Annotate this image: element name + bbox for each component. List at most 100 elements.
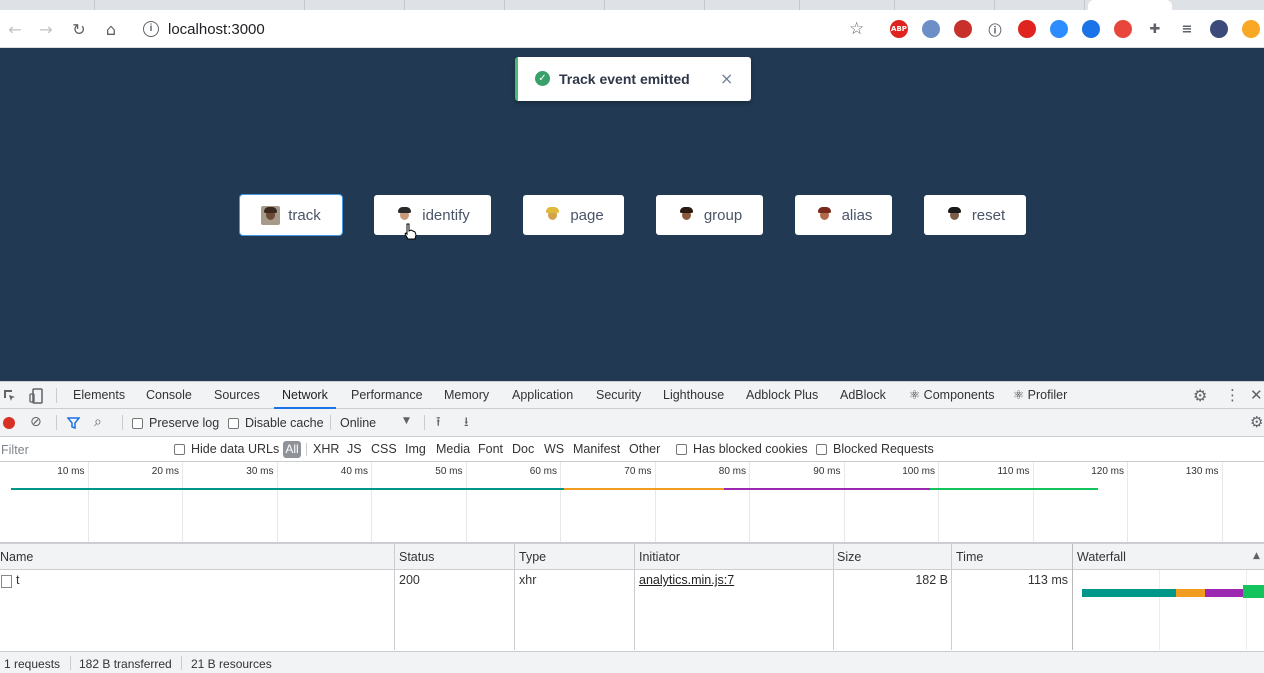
zoom-icon[interactable] bbox=[1050, 20, 1068, 38]
timeline-gridline bbox=[276, 462, 278, 542]
device-toolbar-icon[interactable] bbox=[29, 388, 43, 404]
column-type[interactable]: Type bbox=[515, 544, 635, 570]
timeline-tick-label: 50 ms bbox=[435, 466, 463, 477]
site-info-icon[interactable]: i bbox=[143, 21, 159, 37]
adblock-plus-icon[interactable]: ABP bbox=[890, 20, 908, 38]
bookmark-star-icon[interactable]: ☆ bbox=[849, 19, 864, 39]
track-button[interactable]: track bbox=[240, 195, 342, 235]
tab-lighthouse[interactable]: Lighthouse bbox=[663, 382, 724, 409]
import-har-icon[interactable]: ⭱ bbox=[436, 413, 441, 435]
preserve-log-checkbox[interactable] bbox=[132, 418, 143, 429]
export-har-icon[interactable]: ⭳ bbox=[464, 413, 469, 435]
tab-application[interactable]: Application bbox=[512, 382, 573, 409]
record-icon[interactable] bbox=[3, 417, 15, 429]
request-name[interactable]: t bbox=[16, 573, 19, 587]
hide-data-urls-checkbox[interactable] bbox=[174, 444, 185, 455]
filter-type-ws[interactable]: WS bbox=[544, 442, 564, 456]
group-button[interactable]: group bbox=[656, 195, 763, 235]
tab-adblock-plus[interactable]: Adblock Plus bbox=[746, 382, 818, 409]
browser-tab[interactable] bbox=[705, 0, 800, 10]
reload-icon[interactable]: ↻ bbox=[67, 17, 91, 41]
spiral-ext-icon[interactable] bbox=[1114, 20, 1132, 38]
browser-tab[interactable] bbox=[995, 0, 1085, 10]
column-status[interactable]: Status bbox=[395, 544, 515, 570]
more-vertical-icon[interactable]: ⋮ bbox=[1225, 386, 1240, 404]
browser-tab[interactable] bbox=[0, 0, 95, 10]
column-name[interactable]: Name bbox=[0, 544, 391, 570]
app-viewport: ✓ Track event emitted × track identify p… bbox=[0, 48, 1264, 381]
disable-cache-checkbox[interactable] bbox=[228, 418, 239, 429]
sort-ascending-icon[interactable]: ▲ bbox=[1253, 551, 1260, 561]
column-waterfall[interactable]: Waterfall bbox=[1073, 544, 1253, 570]
column-time[interactable]: Time bbox=[952, 544, 1072, 570]
identify-button-label: identify bbox=[422, 206, 470, 224]
browser-tab[interactable] bbox=[895, 0, 995, 10]
browser-tab[interactable] bbox=[95, 0, 305, 10]
dropdown-arrow-icon[interactable]: ▼ bbox=[403, 416, 410, 426]
tab-console[interactable]: Console bbox=[146, 382, 192, 409]
back-icon[interactable]: ← bbox=[3, 17, 27, 41]
tab-components[interactable]: ⚛ Components bbox=[909, 382, 995, 409]
tab-sources[interactable]: Sources bbox=[214, 382, 260, 409]
media-playlist-icon[interactable]: ≡ bbox=[1178, 20, 1196, 38]
tab-elements[interactable]: Elements bbox=[73, 382, 125, 409]
filter-type-doc[interactable]: Doc bbox=[512, 442, 534, 456]
tab-memory[interactable]: Memory bbox=[444, 382, 489, 409]
filter-type-font[interactable]: Font bbox=[478, 442, 503, 456]
filter-type-all[interactable]: All bbox=[283, 441, 301, 458]
browser-tab-active[interactable] bbox=[1088, 0, 1172, 10]
toast-close-button[interactable]: × bbox=[720, 69, 733, 88]
filter-funnel-icon[interactable] bbox=[67, 417, 80, 429]
filter-type-media[interactable]: Media bbox=[436, 442, 470, 456]
address-bar[interactable]: localhost:3000 bbox=[168, 21, 265, 38]
adblock-icon[interactable] bbox=[1018, 20, 1036, 38]
filter-input[interactable]: Filter bbox=[1, 443, 29, 457]
identify-button[interactable]: identify bbox=[374, 195, 491, 235]
filter-type-other[interactable]: Other bbox=[629, 442, 660, 456]
settings-gear-icon[interactable]: ⚙ bbox=[1193, 386, 1207, 405]
column-size[interactable]: Size bbox=[833, 544, 951, 570]
tab-performance[interactable]: Performance bbox=[351, 382, 423, 409]
browser-tab[interactable] bbox=[605, 0, 705, 10]
forward-icon[interactable]: → bbox=[34, 17, 58, 41]
filter-type-manifest[interactable]: Manifest bbox=[573, 442, 620, 456]
close-devtools-icon[interactable]: ✕ bbox=[1250, 386, 1263, 404]
inspect-element-icon[interactable] bbox=[3, 389, 17, 403]
throttling-select[interactable]: Online bbox=[340, 416, 376, 430]
puzzle-icon[interactable]: ✚ bbox=[1146, 20, 1164, 38]
tab-adblock[interactable]: AdBlock bbox=[840, 382, 886, 409]
extension-blue-icon[interactable] bbox=[922, 20, 940, 38]
table-row[interactable]: t 200 xhr analytics.min.js:7 182 B 113 m… bbox=[0, 570, 1264, 590]
tab-security[interactable]: Security bbox=[596, 382, 641, 409]
page-button[interactable]: page bbox=[523, 195, 624, 235]
reset-button[interactable]: reset bbox=[924, 195, 1026, 235]
blocked-requests-checkbox[interactable] bbox=[816, 444, 827, 455]
avatar bbox=[677, 206, 696, 225]
filter-type-css[interactable]: CSS bbox=[371, 442, 397, 456]
browser-tab[interactable] bbox=[405, 0, 505, 10]
has-blocked-cookies-checkbox[interactable] bbox=[676, 444, 687, 455]
browser-tab[interactable] bbox=[505, 0, 605, 10]
filter-type-img[interactable]: Img bbox=[405, 442, 426, 456]
request-initiator-link[interactable]: analytics.min.js:7 bbox=[639, 573, 734, 587]
browser-tab[interactable] bbox=[305, 0, 405, 10]
filter-type-xhr[interactable]: XHR bbox=[313, 442, 339, 456]
home-icon[interactable]: ⌂ bbox=[99, 17, 123, 41]
browser-tab[interactable] bbox=[800, 0, 895, 10]
alias-button[interactable]: alias bbox=[795, 195, 892, 235]
circle-ext-icon[interactable] bbox=[1082, 20, 1100, 38]
requests-count: 1 requests bbox=[4, 657, 61, 671]
filter-type-js[interactable]: JS bbox=[347, 442, 362, 456]
network-overview-timeline[interactable]: 10 ms 20 ms 30 ms 40 ms 50 ms 60 ms 70 ms 80 ms… bbox=[0, 462, 1264, 544]
update-icon[interactable] bbox=[1242, 20, 1260, 38]
info-circle-ext-icon[interactable]: ⓘ bbox=[986, 20, 1004, 39]
network-settings-gear-icon[interactable]: ⚙ bbox=[1250, 413, 1263, 431]
tab-network[interactable]: Network bbox=[274, 382, 336, 409]
extension-red-square-icon[interactable] bbox=[954, 20, 972, 38]
search-icon[interactable]: ⌕ bbox=[94, 414, 102, 430]
profile-avatar[interactable] bbox=[1210, 20, 1228, 38]
column-initiator[interactable]: Initiator bbox=[635, 544, 833, 570]
clear-icon[interactable]: ⊘ bbox=[30, 414, 42, 430]
browser-window: { "browser": { "url": "localhost:3000", … bbox=[0, 0, 1264, 673]
tab-profiler[interactable]: ⚛ Profiler bbox=[1013, 382, 1067, 409]
